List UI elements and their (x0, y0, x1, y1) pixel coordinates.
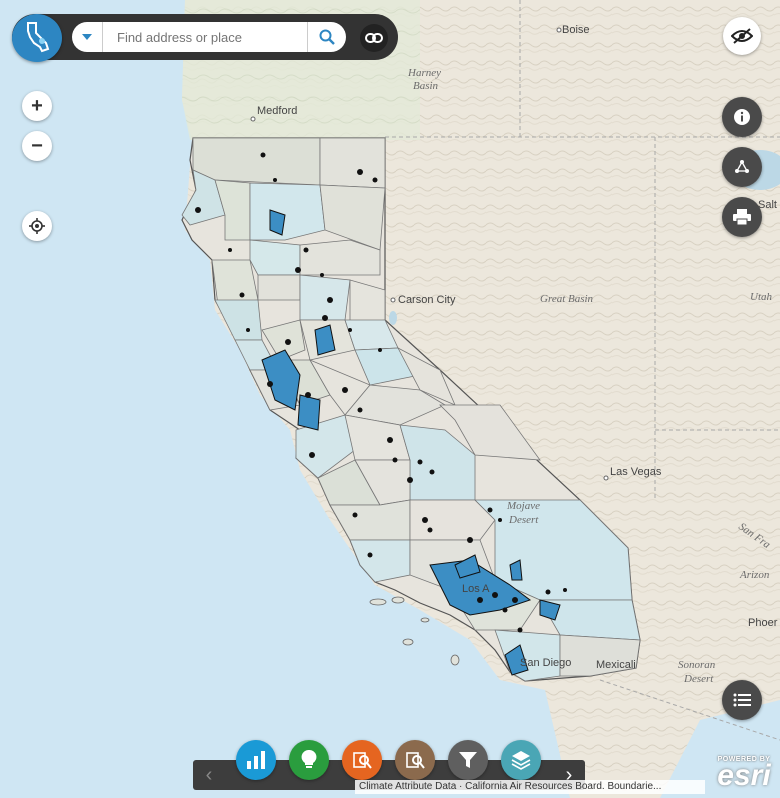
query-tool-button[interactable] (342, 740, 382, 780)
search-icon (319, 29, 335, 45)
zoom-out-icon: − (31, 134, 43, 157)
map-label-basin: Basin (413, 80, 439, 92)
map-label-great-basin: Great Basin (540, 293, 594, 305)
map-label-arizona: Arizon (739, 569, 770, 581)
esri-logo[interactable]: POWERED BY esri (712, 756, 776, 796)
locate-button[interactable] (22, 211, 52, 241)
search-box (72, 22, 346, 52)
locate-icon (29, 218, 45, 234)
map-label-boise: Boise (562, 24, 590, 36)
insights-tool-button[interactable] (289, 740, 329, 780)
toolbar-prev-button[interactable]: ‹ (196, 762, 222, 788)
map-attribution: Climate Attribute Data · California Air … (355, 780, 705, 794)
map-label-sonoran-desert: Desert (683, 673, 714, 685)
document-search-icon (406, 752, 425, 769)
map-label-mojave: Mojave (506, 500, 540, 512)
layers-tool-button[interactable] (501, 740, 541, 780)
info-button[interactable] (722, 97, 762, 137)
chart-tool-button[interactable] (236, 740, 276, 780)
map-label-phoenix: Phoer (748, 617, 778, 629)
hide-panels-button[interactable] (723, 17, 761, 55)
hide-icon (731, 28, 753, 44)
chevron-left-icon: ‹ (205, 763, 213, 786)
zoom-in-button[interactable]: + (22, 91, 52, 121)
map-label-mexicali: Mexicali (596, 659, 636, 671)
search-button[interactable] (307, 22, 346, 52)
legend-button[interactable] (722, 680, 762, 720)
search-tool-button[interactable] (395, 740, 435, 780)
legend-list-icon (733, 693, 751, 707)
document-search-icon (353, 752, 372, 769)
map-label-carson-city: Carson City (398, 294, 456, 306)
map-label-harney: Harney (407, 67, 441, 79)
print-button[interactable] (722, 197, 762, 237)
bar-chart-icon (247, 751, 265, 769)
chevron-down-icon (82, 34, 92, 40)
basemap[interactable]: Boise Harney Basin Medford Carson City G… (0, 0, 780, 798)
layers-icon (511, 751, 531, 770)
search-input[interactable] (103, 28, 307, 46)
map-label-sonoran: Sonoran (678, 659, 716, 671)
map-label-utah: Utah (750, 291, 773, 303)
map-label-los-angeles: Los A (462, 583, 490, 595)
info-icon (734, 109, 750, 125)
lightbulb-icon (301, 750, 317, 768)
esri-logo-text: esri (717, 759, 771, 792)
map-label-desert: Desert (508, 514, 539, 526)
search-source-dropdown[interactable] (72, 22, 103, 52)
share-button[interactable] (722, 147, 762, 187)
link-icon (365, 33, 383, 43)
print-icon (733, 209, 751, 225)
california-app-icon[interactable] (12, 14, 62, 62)
zoom-out-button[interactable]: − (22, 131, 52, 161)
link-button[interactable] (360, 24, 388, 52)
map-label-salt: Salt (758, 199, 777, 211)
map-label-medford: Medford (257, 105, 297, 117)
share-icon (735, 160, 749, 173)
map-label-san-diego: San Diego (520, 657, 571, 669)
map-label-las-vegas: Las Vegas (610, 466, 662, 478)
filter-tool-button[interactable] (448, 740, 488, 780)
zoom-in-icon: + (31, 94, 43, 117)
filter-icon (459, 752, 477, 768)
